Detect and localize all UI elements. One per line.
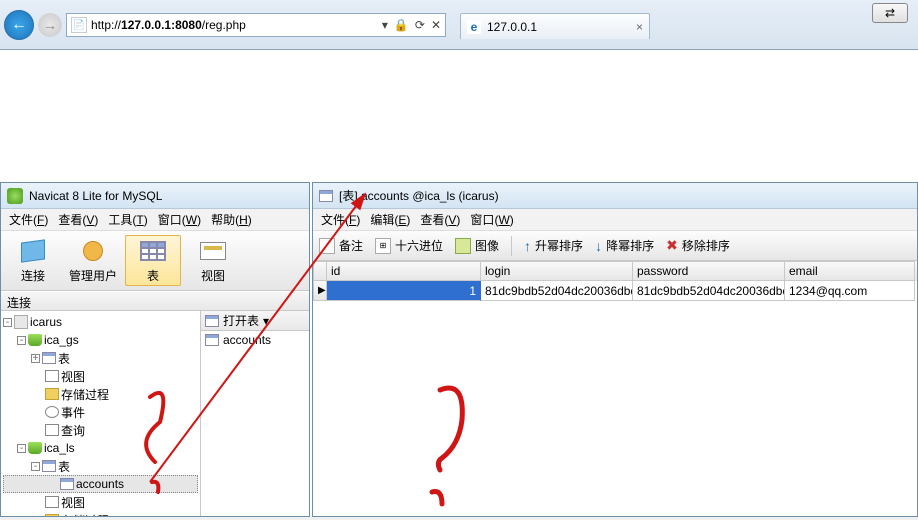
open-table-icon	[205, 315, 219, 327]
data-grid[interactable]: id login password email ▶ 1 81dc9bdb52d0…	[313, 261, 917, 301]
table-menubar: 文件(F) 编辑(E) 查看(V) 窗口(W)	[313, 209, 917, 231]
tt-image[interactable]: 图像	[455, 237, 499, 254]
url-dropdown-icon[interactable]: ▾	[382, 18, 388, 32]
open-table-dropdown-icon[interactable]: ▾	[263, 314, 269, 328]
refresh-icon[interactable]: ⟳	[415, 18, 425, 32]
menu-tools[interactable]: 工具(T)	[104, 209, 151, 230]
tt-memo[interactable]: 备注	[319, 237, 363, 254]
tmenu-edit[interactable]: 编辑(E)	[366, 209, 414, 230]
cell-login[interactable]: 81dc9bdb52d04dc20036dbd83	[481, 281, 633, 301]
nav-forward-button[interactable]: →	[38, 13, 62, 37]
swap-button[interactable]: ⇄	[872, 3, 908, 23]
lock-icon: 🔒	[394, 18, 409, 32]
table-window: [表] accounts @ica_ls (icarus) 文件(F) 编辑(E…	[312, 182, 918, 517]
address-bar[interactable]: 📄 http://127.0.0.1:8080/reg.php ▾ 🔒 ⟳ ✕	[66, 13, 446, 37]
tt-sort-asc[interactable]: ↑升幂排序	[524, 237, 583, 254]
menu-view[interactable]: 查看(V)	[54, 209, 102, 230]
menu-window[interactable]: 窗口(W)	[154, 209, 205, 230]
sort-del-icon: ✖	[666, 237, 678, 254]
menu-file[interactable]: 文件(F)	[5, 209, 52, 230]
navicat-titlebar[interactable]: Navicat 8 Lite for MySQL	[1, 183, 309, 209]
col-login[interactable]: login	[481, 261, 633, 281]
browser-chrome: ⇄ ← → 📄 http://127.0.0.1:8080/reg.php ▾ …	[0, 0, 918, 50]
table-toolbar: 备注 ⊞十六进位 图像 ↑升幂排序 ↓降幂排序 ✖移除排序	[313, 231, 917, 261]
nav-back-button[interactable]: ←	[4, 10, 34, 40]
navicat-window: Navicat 8 Lite for MySQL 文件(F) 查看(V) 工具(…	[0, 182, 310, 517]
table-window-title: [表] accounts @ica_ls (icarus)	[339, 187, 499, 204]
tb-table[interactable]: 表	[125, 235, 181, 286]
tree-node-queries[interactable]: 查询	[3, 421, 198, 439]
tree-node-tables[interactable]: +表	[3, 349, 198, 367]
navicat-icon	[7, 188, 23, 204]
tt-sort-desc[interactable]: ↓降幂排序	[595, 237, 654, 254]
table-titlebar[interactable]: [表] accounts @ica_ls (icarus)	[313, 183, 917, 209]
page-icon: 📄	[71, 17, 87, 33]
ie-icon: e	[467, 20, 481, 34]
sort-desc-icon: ↓	[595, 238, 602, 254]
cell-password[interactable]: 81dc9bdb52d04dc20036dbd83	[633, 281, 785, 301]
tb-view[interactable]: 视图	[185, 235, 241, 286]
tmenu-view[interactable]: 查看(V)	[416, 209, 464, 230]
cell-email[interactable]: 1234@qq.com	[785, 281, 915, 301]
tmenu-file[interactable]: 文件(F)	[317, 209, 364, 230]
tree-node-tables-2[interactable]: -表	[3, 457, 198, 475]
tree-db-ica-ls[interactable]: -ica_ls	[3, 439, 198, 457]
col-id[interactable]: id	[327, 261, 481, 281]
menu-help[interactable]: 帮助(H)	[207, 209, 256, 230]
object-item-accounts[interactable]: accounts	[201, 331, 309, 349]
tb-connection[interactable]: 连接	[5, 235, 61, 286]
connection-pane-label: 连接	[1, 291, 309, 311]
tab-title: 127.0.0.1	[487, 20, 537, 34]
navicat-title: Navicat 8 Lite for MySQL	[29, 189, 162, 203]
tree-node-procs[interactable]: 存储过程	[3, 385, 198, 403]
browser-tab[interactable]: e 127.0.0.1 ×	[460, 13, 650, 39]
tree-node-views-2[interactable]: 视图	[3, 493, 198, 511]
tree-db-ica-gs[interactable]: -ica_gs	[3, 331, 198, 349]
col-email[interactable]: email	[785, 261, 915, 281]
tree-node-events[interactable]: 事件	[3, 403, 198, 421]
tt-sort-remove[interactable]: ✖移除排序	[666, 237, 730, 254]
tt-hex[interactable]: ⊞十六进位	[375, 237, 443, 254]
table-window-icon	[319, 190, 333, 202]
grid-header: id login password email	[313, 261, 917, 281]
tree-node-views[interactable]: 视图	[3, 367, 198, 385]
tree-server[interactable]: -icarus	[3, 313, 198, 331]
open-table-button[interactable]: 打开表	[223, 312, 259, 329]
navicat-menubar: 文件(F) 查看(V) 工具(T) 窗口(W) 帮助(H)	[1, 209, 309, 231]
cell-id[interactable]: 1	[327, 281, 481, 301]
grid-row[interactable]: ▶ 1 81dc9bdb52d04dc20036dbd83 81dc9bdb52…	[313, 281, 917, 301]
object-list-pane: 打开表 ▾ accounts	[201, 311, 309, 516]
connection-tree[interactable]: -icarus -ica_gs +表 视图 存储过程 事件 查询 -ica_ls…	[1, 311, 201, 516]
url-text: http://127.0.0.1:8080/reg.php	[91, 18, 378, 32]
stop-icon[interactable]: ✕	[431, 18, 441, 32]
tree-node-procs-2[interactable]: 存储过程	[3, 511, 198, 516]
col-password[interactable]: password	[633, 261, 785, 281]
tmenu-window[interactable]: 窗口(W)	[466, 209, 517, 230]
sort-asc-icon: ↑	[524, 238, 531, 254]
tb-manage-user[interactable]: 管理用户	[65, 235, 121, 286]
navicat-toolbar: 连接 管理用户 表 视图	[1, 231, 309, 291]
row-indicator-icon: ▶	[313, 281, 327, 301]
tab-close-icon[interactable]: ×	[636, 20, 643, 34]
tree-table-accounts[interactable]: accounts	[3, 475, 198, 493]
